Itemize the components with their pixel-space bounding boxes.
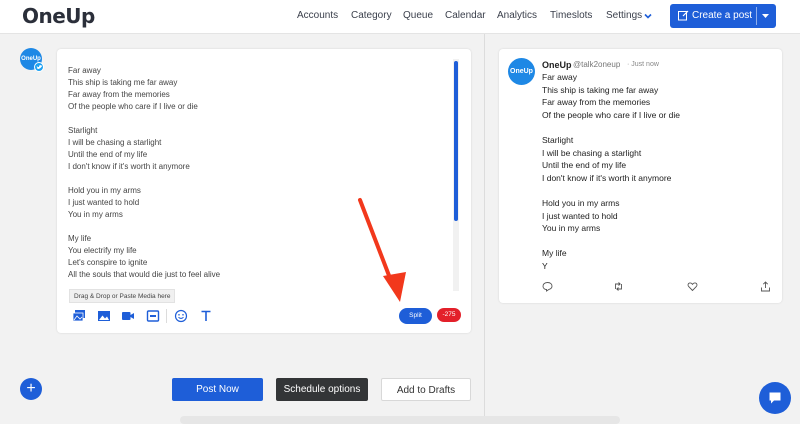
nav-settings[interactable]: Settings [606, 10, 642, 21]
character-count-badge: -275 [437, 308, 461, 322]
twitter-badge-icon [34, 62, 44, 72]
drop-media-tooltip: Drag & Drop or Paste Media here [69, 289, 176, 303]
create-post-label: Create a post [692, 10, 753, 21]
nav-category[interactable]: Category [351, 10, 392, 21]
panel-divider [484, 34, 485, 424]
schedule-options-button[interactable]: Schedule options [276, 378, 368, 401]
post-now-button[interactable]: Post Now [172, 378, 263, 401]
retweet-icon[interactable] [613, 281, 624, 292]
annotation-arrow [358, 198, 406, 302]
add-post-button[interactable]: + [20, 378, 42, 400]
oneup-logo[interactable]: OneUp [22, 4, 95, 28]
gif-icon[interactable] [146, 309, 160, 323]
create-post-button[interactable]: Create a post [670, 4, 776, 28]
chat-bubble-icon [769, 392, 781, 404]
chevron-down-icon[interactable] [643, 11, 653, 21]
nav-analytics[interactable]: Analytics [497, 10, 537, 21]
add-to-drafts-button[interactable]: Add to Drafts [381, 378, 471, 401]
top-navbar: OneUp Accounts Category Queue Calendar A… [0, 0, 800, 34]
new-post-icon [678, 10, 689, 21]
video-icon[interactable] [121, 309, 135, 323]
like-icon[interactable] [687, 281, 698, 292]
nav-calendar[interactable]: Calendar [445, 10, 486, 21]
bottom-shadow [180, 416, 620, 424]
scrollbar-thumb[interactable] [454, 61, 458, 221]
nav-queue[interactable]: Queue [403, 10, 433, 21]
preview-handle: @talk2oneup [573, 60, 621, 69]
text-format-icon[interactable] [199, 309, 213, 323]
share-icon[interactable] [760, 281, 771, 292]
nav-accounts[interactable]: Accounts [297, 10, 338, 21]
tweet-preview: OneUp OneUp @talk2oneup · Just now Far a… [499, 49, 782, 303]
toolbar-divider [166, 309, 167, 323]
preview-avatar: OneUp [508, 58, 535, 85]
preview-account-name: OneUp [542, 60, 572, 70]
gallery-icon[interactable] [72, 309, 86, 323]
preview-timestamp: · Just now [627, 61, 659, 68]
button-separator [756, 7, 757, 25]
chat-support-button[interactable] [759, 382, 791, 414]
split-button[interactable]: Split [399, 308, 432, 324]
reply-icon[interactable] [542, 281, 553, 292]
preview-text: Far away This ship is taking me far away… [542, 72, 680, 271]
image-icon[interactable] [97, 309, 111, 323]
emoji-icon[interactable] [174, 309, 188, 323]
caret-down-icon[interactable] [761, 12, 770, 20]
nav-timeslots[interactable]: Timeslots [550, 10, 592, 21]
